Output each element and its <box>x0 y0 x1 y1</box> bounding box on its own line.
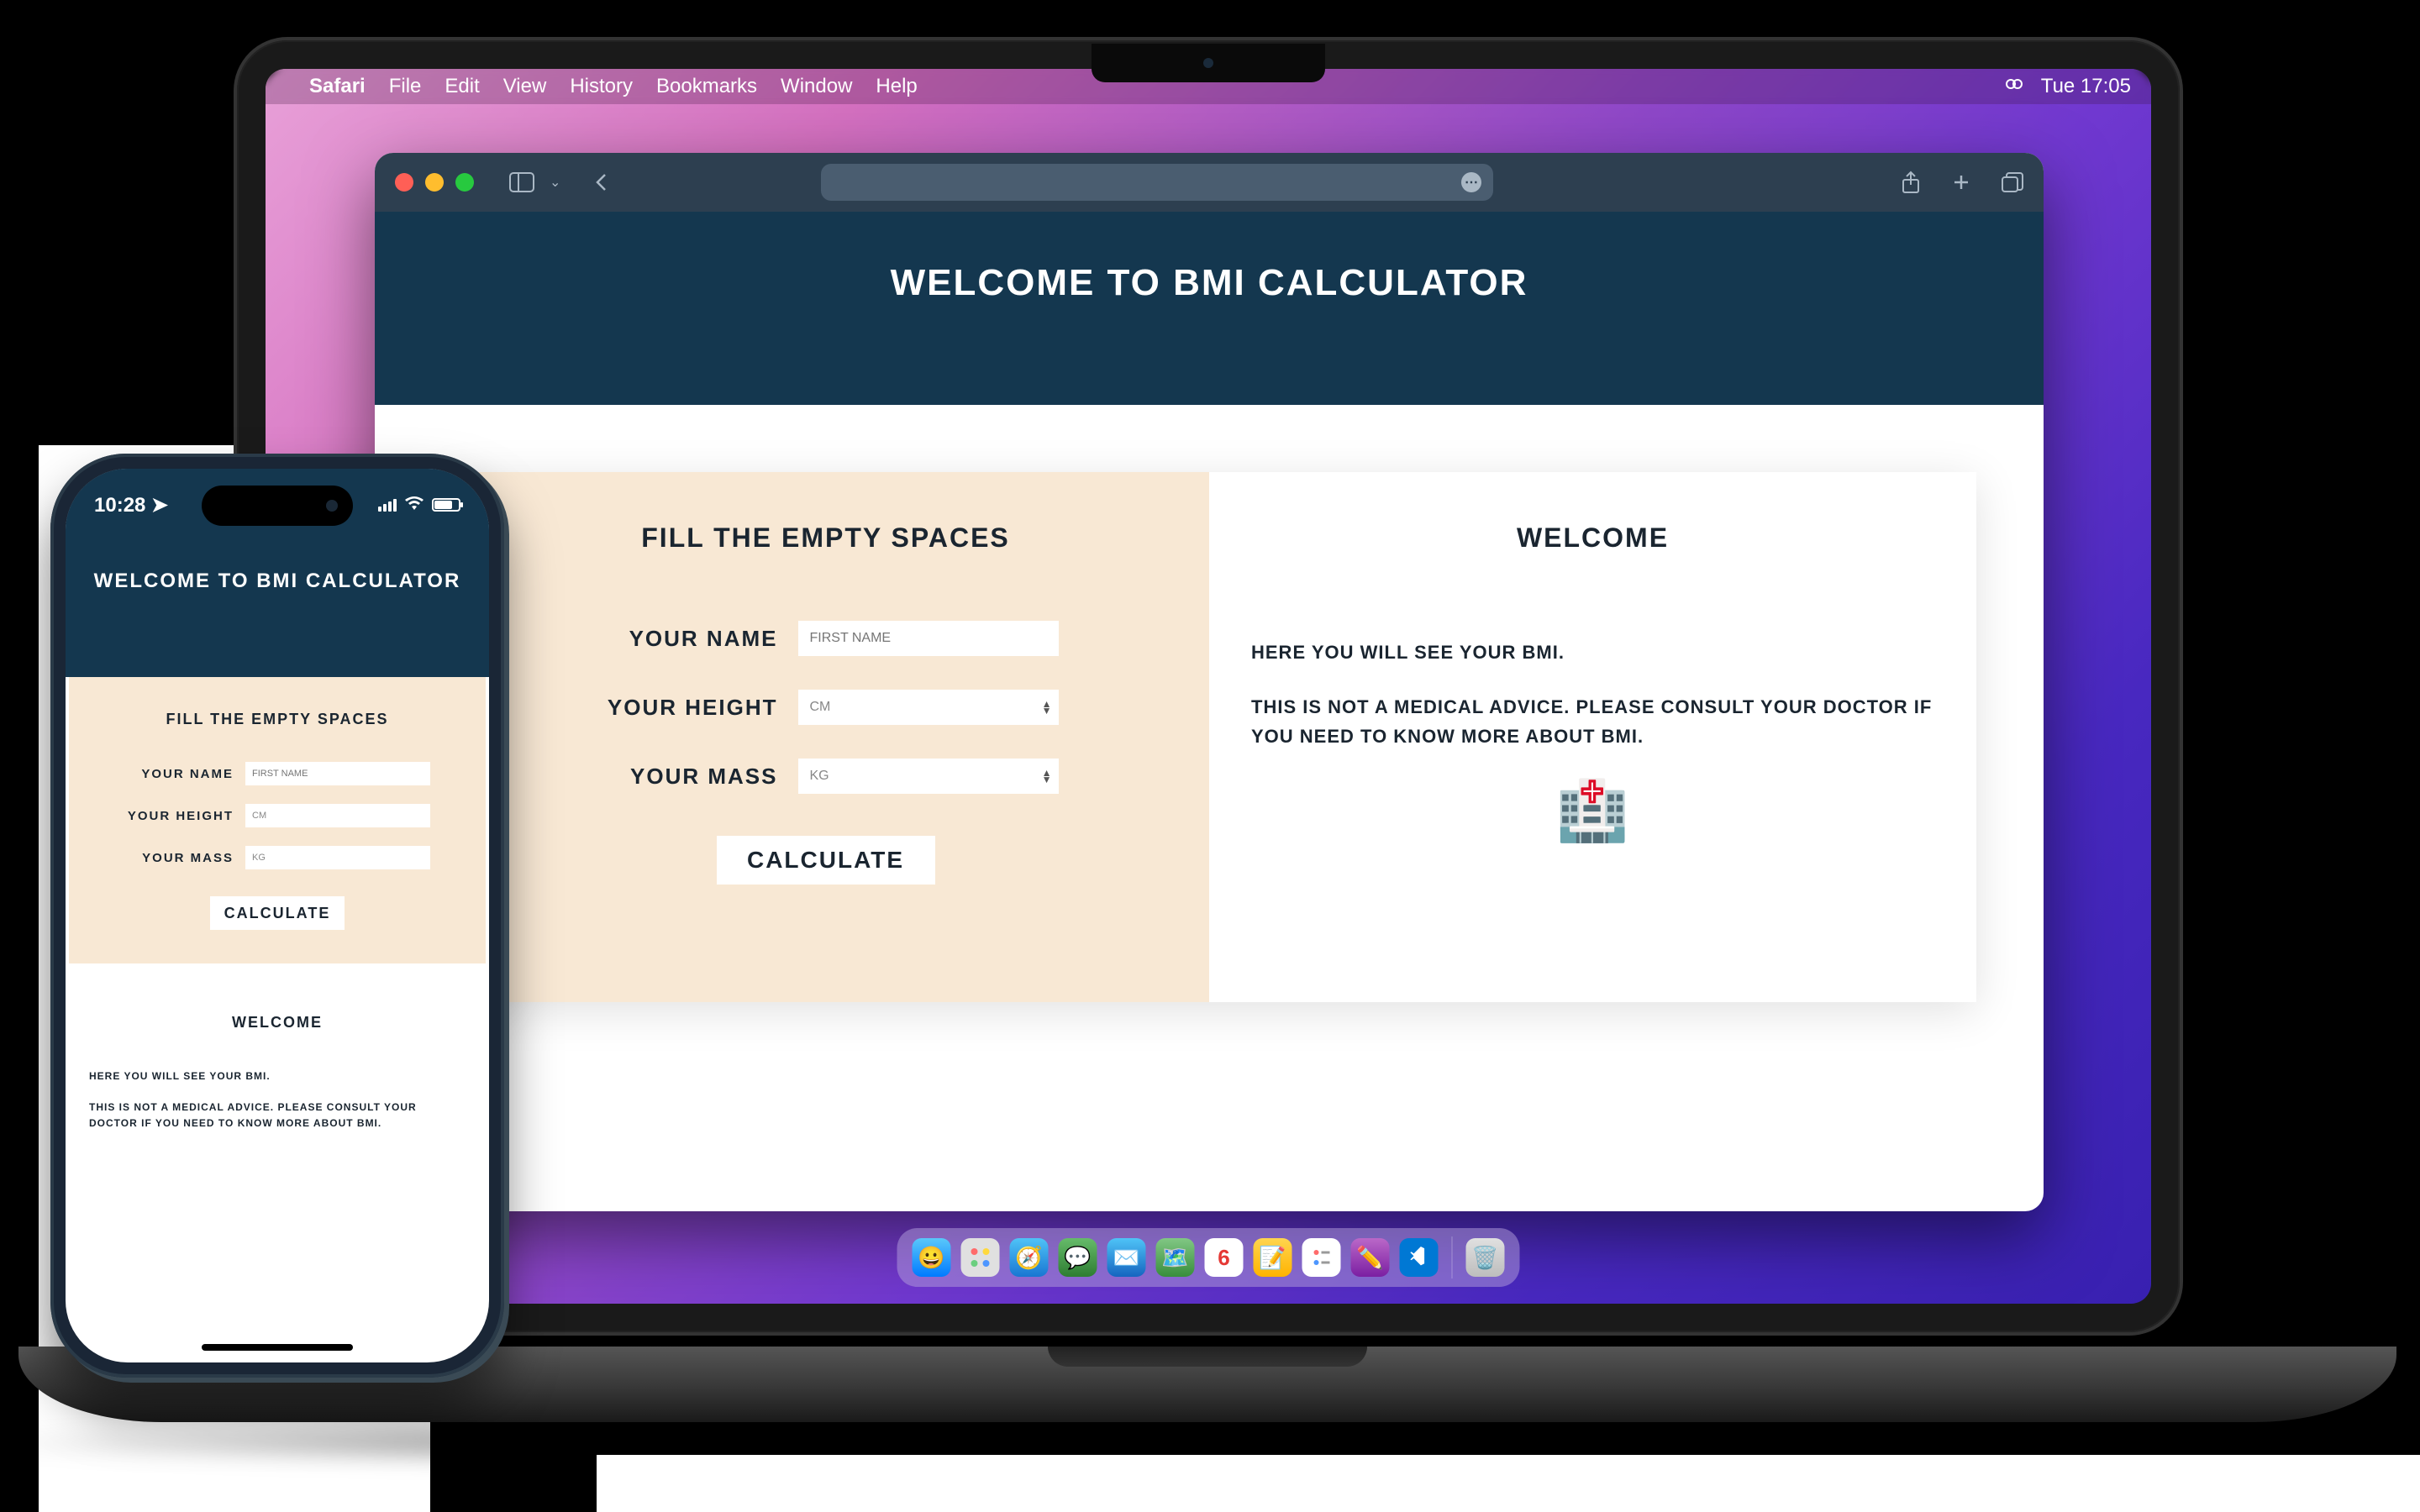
dock-freeform-icon[interactable]: ✏️ <box>1351 1238 1390 1277</box>
menu-file[interactable]: File <box>389 75 422 98</box>
iphone-result-title: WELCOME <box>89 1014 466 1032</box>
app-body: FILL THE EMPTY SPACES YOUR NAME YOUR HEI… <box>375 405 2044 1069</box>
dock-calendar-icon[interactable]: 6 <box>1205 1238 1244 1277</box>
sidebar-toggle-icon[interactable] <box>509 172 534 192</box>
status-time: 10:28 ➤ <box>94 493 168 517</box>
iphone-webview: WELCOME TO BMI CALCULATOR FILL THE EMPTY… <box>66 469 489 1362</box>
result-line2: THIS IS NOT A MEDICAL ADVICE. PLEASE CON… <box>1251 692 1934 751</box>
iphone-result-line2: THIS IS NOT A MEDICAL ADVICE. PLEASE CON… <box>89 1100 466 1131</box>
form-title: FILL THE EMPTY SPACES <box>484 522 1167 554</box>
iphone-calculate-button[interactable]: CALCULATE <box>210 896 345 930</box>
safari-window: ⌄ ⋯ <box>375 153 2044 1211</box>
tabs-overview-icon[interactable] <box>2002 171 2023 194</box>
dynamic-island <box>202 486 353 526</box>
mass-placeholder: KG <box>810 769 829 784</box>
signal-icon <box>378 499 397 512</box>
row-height: YOUR HEIGHT CM ▲▼ <box>484 690 1167 725</box>
iphone-label-mass: YOUR MASS <box>124 851 234 865</box>
result-card: WELCOME HERE YOU WILL SEE YOUR BMI. THIS… <box>1209 472 1976 1002</box>
iphone-result-card: WELCOME HERE YOU WILL SEE YOUR BMI. THIS… <box>69 980 486 1181</box>
battery-icon <box>432 498 460 512</box>
height-placeholder: CM <box>810 700 831 715</box>
name-input[interactable] <box>798 621 1059 656</box>
iphone-label-height: YOUR HEIGHT <box>124 809 234 823</box>
window-close-button[interactable] <box>395 173 413 192</box>
dock-safari-icon[interactable]: 🧭 <box>1010 1238 1049 1277</box>
iphone-label-name: YOUR NAME <box>124 767 234 781</box>
menubar-clock[interactable]: Tue 17:05 <box>2041 75 2131 98</box>
label-name: YOUR NAME <box>593 626 778 652</box>
address-bar[interactable]: ⋯ <box>821 164 1493 201</box>
label-height: YOUR HEIGHT <box>593 695 778 721</box>
result-line1: HERE YOU WILL SEE YOUR BMI. <box>1251 638 1934 667</box>
safari-webview: WELCOME TO BMI CALCULATOR FILL THE EMPTY… <box>375 212 2044 1069</box>
iphone-height-input[interactable]: CM <box>245 804 430 827</box>
iphone-frame: 10:28 ➤ WELCOME TO BMI CALCULATOR FILL T… <box>50 454 504 1378</box>
hospital-icon: 🏥 <box>1251 777 1934 846</box>
back-button-icon[interactable] <box>594 172 609 192</box>
window-zoom-button[interactable] <box>455 173 474 192</box>
menu-history[interactable]: History <box>570 75 633 98</box>
row-name: YOUR NAME <box>484 621 1167 656</box>
iphone-row-name: YOUR NAME <box>89 762 466 785</box>
label-mass: YOUR MASS <box>593 764 778 790</box>
mass-input[interactable]: KG ▲▼ <box>798 759 1059 794</box>
bottom-white-strip <box>597 1455 2420 1512</box>
stepper-icon[interactable]: ▲▼ <box>1042 769 1052 783</box>
height-input[interactable]: CM ▲▼ <box>798 690 1059 725</box>
safari-toolbar: ⌄ ⋯ <box>375 153 2044 212</box>
control-center-icon[interactable] <box>2004 74 2024 100</box>
dock-launchpad-icon[interactable] <box>961 1238 1000 1277</box>
camera-dot <box>1203 58 1213 68</box>
iphone-name-input[interactable] <box>245 762 430 785</box>
dock-notes-icon[interactable]: 📝 <box>1254 1238 1292 1277</box>
macbook-frame: Safari File Edit View History Bookmarks … <box>237 40 2180 1401</box>
dock-reminders-icon[interactable] <box>1302 1238 1341 1277</box>
menu-help[interactable]: Help <box>876 75 917 98</box>
wifi-icon <box>405 496 424 515</box>
macos-dock: 😀 🧭 💬 ✉️ 🗺️ 6 📝 ✏️ 🗑️ <box>897 1228 1520 1287</box>
window-traffic-lights <box>395 173 474 192</box>
iphone-result-line1: HERE YOU WILL SEE YOUR BMI. <box>89 1068 466 1084</box>
iphone-screen: 10:28 ➤ WELCOME TO BMI CALCULATOR FILL T… <box>66 469 489 1362</box>
dock-separator <box>1452 1236 1453 1278</box>
menu-window[interactable]: Window <box>781 75 852 98</box>
chevron-down-icon[interactable]: ⌄ <box>550 174 560 191</box>
dock-finder-icon[interactable]: 😀 <box>913 1238 951 1277</box>
laptop-screen: Safari File Edit View History Bookmarks … <box>266 69 2151 1304</box>
dock-messages-icon[interactable]: 💬 <box>1059 1238 1097 1277</box>
menu-view[interactable]: View <box>503 75 547 98</box>
cards-row: FILL THE EMPTY SPACES YOUR NAME YOUR HEI… <box>442 472 1976 1002</box>
iphone-row-height: YOUR HEIGHT CM <box>89 804 466 827</box>
iphone-row-mass: YOUR MASS KG <box>89 846 466 869</box>
dock-maps-icon[interactable]: 🗺️ <box>1156 1238 1195 1277</box>
iphone-page-title: WELCOME TO BMI CALCULATOR <box>66 570 489 593</box>
iphone-mass-placeholder: KG <box>252 853 266 863</box>
iphone-mass-input[interactable]: KG <box>245 846 430 869</box>
result-title: WELCOME <box>1251 522 1934 554</box>
new-tab-icon[interactable] <box>1951 171 1971 194</box>
iphone-height-placeholder: CM <box>252 811 266 821</box>
dock-mail-icon[interactable]: ✉️ <box>1107 1238 1146 1277</box>
iphone-form-title: FILL THE EMPTY SPACES <box>89 711 466 728</box>
menubar-app-name[interactable]: Safari <box>309 75 366 98</box>
home-indicator[interactable] <box>202 1344 353 1351</box>
app-header: WELCOME TO BMI CALCULATOR <box>375 212 2044 405</box>
laptop-notch <box>1092 44 1325 82</box>
laptop-bezel: Safari File Edit View History Bookmarks … <box>237 40 2180 1332</box>
stepper-icon[interactable]: ▲▼ <box>1042 701 1052 714</box>
dock-vscode-icon[interactable] <box>1400 1238 1439 1277</box>
window-minimize-button[interactable] <box>425 173 444 192</box>
share-icon[interactable] <box>1901 171 1921 194</box>
menu-edit[interactable]: Edit <box>445 75 479 98</box>
iphone-form-card: FILL THE EMPTY SPACES YOUR NAME YOUR HEI… <box>69 677 486 963</box>
page-title: WELCOME TO BMI CALCULATOR <box>375 262 2044 304</box>
menu-bookmarks[interactable]: Bookmarks <box>656 75 757 98</box>
calculate-button[interactable]: CALCULATE <box>717 836 935 885</box>
reader-more-icon[interactable]: ⋯ <box>1461 172 1481 192</box>
form-card: FILL THE EMPTY SPACES YOUR NAME YOUR HEI… <box>442 472 1209 1002</box>
dock-trash-icon[interactable]: 🗑️ <box>1466 1238 1505 1277</box>
row-mass: YOUR MASS KG ▲▼ <box>484 759 1167 794</box>
